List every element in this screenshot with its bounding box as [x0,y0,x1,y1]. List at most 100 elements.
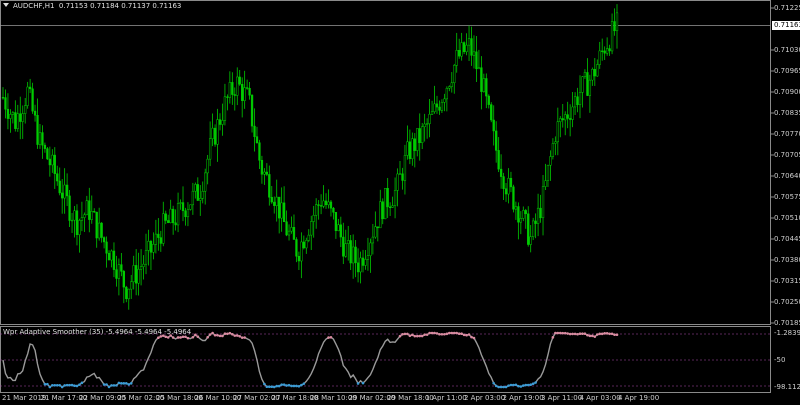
indicator-oversold-mark [53,383,57,387]
candle-body [586,72,589,96]
indicator-oversold-mark [263,382,266,386]
indicator-oversold-mark [127,383,131,386]
indicator-oversold-mark [80,381,84,385]
indicator-oversold-mark [514,383,518,387]
indicator-oversold-mark [287,383,291,387]
candle-body [260,160,264,175]
indicator-axis-label: -50 [774,356,786,364]
candle-body [4,97,7,110]
candle-body [292,227,296,240]
indicator-overbought-mark [406,332,409,336]
indicator-oversold-mark [524,383,528,387]
ohlc-values: 0.71153 0.71184 0.71137 0.71163 [58,2,182,10]
indicator-overbought-mark [398,334,402,338]
indicator-oversold-mark [70,383,74,387]
candle-body [216,119,219,145]
candle-body [596,64,599,77]
candle-body [43,144,47,149]
candle-body [137,268,140,284]
current-price-tag: 0.71163 [772,21,800,30]
candle-body [273,201,276,206]
time-axis-label: 3 Apr 11:00 [541,394,583,402]
indicator-oversold-mark [55,383,59,387]
candle-body [386,188,389,208]
candle-body [169,208,172,223]
indicator-overbought-mark [452,331,456,335]
candle-body [408,141,412,159]
candle-body [312,215,315,222]
candle-body [492,119,495,132]
candle-body [255,136,259,144]
indicator-overbought-mark [194,333,197,337]
indicator-oversold-mark [507,384,510,387]
candle-body [433,103,436,112]
candle-body [9,114,12,119]
chart-canvas[interactable] [0,0,800,405]
candle-body [578,92,582,105]
candle-body [248,88,251,96]
candle-body [499,168,503,177]
indicator-oversold-mark [129,382,133,385]
candle-body [152,244,155,253]
indicator-overbought-mark [445,332,449,336]
indicator-overbought-mark [413,334,417,338]
candle-body [495,130,498,151]
price-axis-label: 0.70965 [774,67,800,75]
candle-body [601,50,604,52]
candle-body [19,113,22,122]
indicator-overbought-mark [428,331,431,335]
candle-body [41,132,44,146]
candle-body [356,262,360,273]
candle-body [605,48,609,54]
candle-body [208,138,212,160]
candle-body [139,266,143,270]
candle-body [253,125,256,137]
indicator-overbought-mark [457,332,461,336]
candle-body [470,38,473,56]
candle-body [371,236,375,244]
candle-body [396,173,399,191]
candle-body [541,186,545,219]
candle-body [110,250,113,261]
candle-body [428,113,431,124]
candle-body [472,51,476,56]
indicator-overbought-mark [433,331,436,335]
candle-body [485,78,488,97]
indicator-oversold-mark [504,385,508,389]
indicator-overbought-mark [179,336,182,339]
indicator-overbought-mark [327,336,330,339]
indicator-overbought-mark [226,332,229,336]
candle-body [250,94,254,127]
candle-body [280,202,283,219]
candle-body [115,269,118,279]
candle-body [475,51,478,70]
indicator-overbought-mark [403,332,407,336]
candle-body [559,118,562,122]
indicator-oversold-mark [268,385,271,388]
candle-body [302,241,305,249]
indicator-oversold-mark [63,384,66,387]
candle-body [132,265,135,283]
candle-body [480,67,483,92]
candle-body [16,113,19,129]
price-axis-label: 0.70900 [774,88,800,96]
indicator-overbought-mark [430,331,434,335]
candle-body [534,220,537,224]
indicator-overbought-mark [467,333,471,336]
indicator-overbought-mark [455,331,459,335]
indicator-overbought-mark [556,331,560,335]
candle-body [130,281,133,290]
indicator-oversold-mark [265,385,269,388]
candle-body [337,224,340,231]
candle-body [117,264,121,279]
candle-body [24,105,27,114]
indicator-overbought-mark [243,336,246,339]
indicator-overbought-mark [581,332,584,336]
candle-body [31,88,34,112]
candle-body [275,196,278,206]
candle-body [588,79,592,96]
candle-body [332,207,335,213]
indicator-oversold-mark [117,381,121,385]
candle-body [460,42,463,57]
indicator-oversold-mark [292,384,296,388]
